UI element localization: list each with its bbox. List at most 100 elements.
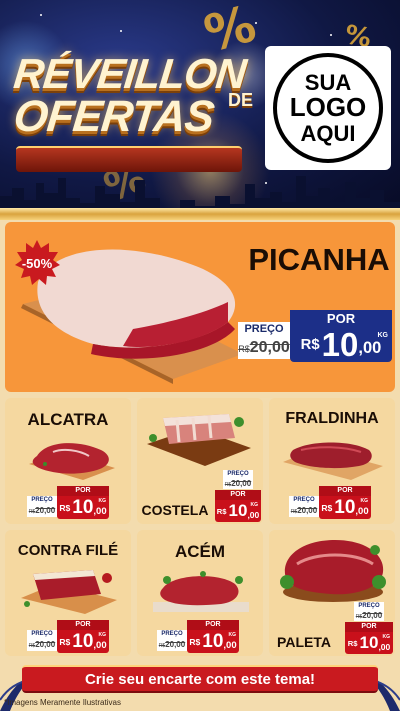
preco-label: PREÇO — [223, 470, 253, 479]
old-price-value: 20,00 — [362, 611, 383, 620]
old-price-value: 20,00 — [35, 506, 56, 515]
old-price: R$20,00 — [223, 479, 253, 489]
title-line-reveillon: RÉVEILLON — [11, 50, 248, 97]
price-tag: PREÇO R$20,00 POR R$ 10 ,00 KG — [215, 470, 261, 522]
acem-image — [153, 571, 249, 612]
current-price: R$ 10 ,00 KG — [215, 500, 261, 522]
current-price: R$ 10 ,00 KG — [319, 496, 371, 519]
price-currency: R$ — [189, 636, 201, 647]
price-cents: ,00 — [93, 639, 107, 651]
price-tag: PREÇO R$20,00 POR R$ 10 ,00 KG — [157, 620, 241, 653]
price-currency: R$ — [321, 502, 333, 513]
title-plate — [16, 146, 242, 172]
price-integer: 10 — [72, 496, 94, 518]
current-price: R$ 10 ,00 KG — [57, 630, 109, 653]
por-label: POR — [57, 620, 109, 630]
price-tag: PREÇO R$20,00 POR R$ 10 ,00 KG — [289, 486, 371, 519]
product-name: FRALDINHA — [285, 410, 379, 427]
contra-file-image — [21, 570, 117, 614]
fraldinha-image — [283, 442, 383, 480]
logo-text-line3: AQUI — [300, 120, 356, 146]
product-card-acem[interactable]: ACÉM PREÇO R$20,00 POR R$ 10 ,00 KG — [137, 530, 263, 656]
price-integer: 10 — [72, 630, 94, 652]
old-price: R$20,00 — [27, 505, 57, 517]
price-unit: KG — [98, 632, 107, 638]
product-card-costela[interactable]: COSTELA PREÇO R$20,00 POR R$ 10 ,00 KG — [137, 398, 263, 524]
price-integer: 10 — [334, 496, 356, 518]
discount-badge: -50% — [14, 240, 60, 286]
price-unit: KG — [360, 498, 369, 504]
costela-image — [147, 414, 251, 466]
product-name: COSTELA — [141, 502, 209, 518]
price-cents: ,00 — [355, 505, 369, 517]
preco-label: PREÇO — [238, 322, 290, 337]
current-price: R$ 10 ,00 KG — [187, 630, 239, 653]
featured-price-tag: PREÇO R$20,00 POR R$ 10 ,00 KG — [238, 310, 392, 363]
por-label: POR — [345, 622, 393, 632]
product-card-paleta[interactable]: PALETA PREÇO R$20,00 POR R$ 10 ,00 KG — [269, 530, 395, 656]
preco-label: PREÇO — [27, 496, 57, 505]
old-price: R$20,00 — [354, 611, 384, 621]
preco-label: PREÇO — [289, 496, 319, 505]
discount-text: -50% — [21, 255, 53, 271]
price-currency: R$ — [59, 502, 71, 513]
preco-label: PREÇO — [354, 602, 384, 611]
price-unit: KG — [228, 632, 237, 638]
disclaimer-text: *Imagens Meramente Ilustrativas — [4, 698, 121, 707]
current-price: R$ 10 ,00 KG — [57, 496, 109, 519]
product-name: PALETA — [277, 634, 331, 650]
logo-circle: SUA LOGO AQUI — [273, 53, 383, 163]
por-label: POR — [319, 486, 371, 496]
por-label: POR — [215, 490, 261, 500]
title-line-ofertas: OFERTAS — [11, 92, 216, 141]
price-tag: PREÇO R$20,00 POR R$ 10 ,00 KG — [27, 486, 109, 519]
gold-divider — [0, 208, 400, 220]
price-integer: 10 — [321, 326, 359, 363]
old-price-value: 20,00 — [297, 506, 318, 515]
price-cents: ,00 — [358, 338, 382, 357]
product-name: ALCATRA — [27, 410, 109, 429]
old-price-value: 20,00 — [165, 640, 186, 649]
old-price-currency: R$ — [238, 344, 250, 354]
price-unit: KG — [250, 502, 259, 508]
product-card-contra-file[interactable]: CONTRA FILÉ PREÇO R$20,00 POR R$ 10 ,00 … — [5, 530, 131, 656]
product-name: CONTRA FILÉ — [17, 542, 119, 559]
logo-placeholder: SUA LOGO AQUI — [265, 46, 391, 170]
price-cents: ,00 — [93, 505, 107, 517]
product-card-alcatra[interactable]: ALCATRA PREÇO R$20,00 POR R$ 10 ,00 KG — [5, 398, 131, 524]
price-unit: KG — [377, 332, 389, 339]
create-flyer-button[interactable]: Crie seu encarte com este tema! — [22, 665, 378, 693]
logo-text-line1: SUA — [304, 70, 352, 96]
price-cents: ,00 — [247, 509, 260, 520]
price-currency: R$ — [347, 638, 358, 648]
preco-label: PREÇO — [27, 630, 57, 639]
current-price: R$ 10 ,00 KG — [290, 326, 392, 363]
por-label: POR — [57, 486, 109, 496]
por-label: POR — [187, 620, 239, 630]
price-integer: 10 — [202, 630, 224, 652]
paleta-image — [280, 540, 386, 602]
price-currency: R$ — [59, 636, 71, 647]
price-currency: R$ — [300, 337, 320, 353]
price-integer: 10 — [228, 501, 248, 520]
featured-product-name: PICANHA — [248, 242, 390, 277]
old-price: R$20,00 — [157, 639, 187, 651]
event-title: RÉVEILLON OFERTAS DE — [10, 50, 260, 172]
product-name: ACÉM — [174, 542, 226, 561]
old-price-value: 20,00 — [249, 339, 290, 356]
old-price: R$20,00 — [238, 337, 290, 359]
price-currency: R$ — [216, 506, 227, 516]
star-decoration — [255, 22, 257, 24]
logo-text-line2: LOGO — [289, 92, 367, 123]
star-decoration — [120, 30, 122, 32]
alcatra-image — [29, 443, 115, 480]
star-decoration — [40, 14, 42, 16]
old-price: R$20,00 — [289, 505, 319, 517]
price-cents: ,00 — [223, 639, 237, 651]
old-price-value: 20,00 — [231, 479, 252, 488]
product-card-fraldinha[interactable]: FRALDINHA PREÇO R$20,00 POR R$ 10 ,00 KG — [269, 398, 395, 524]
price-unit: KG — [98, 498, 107, 504]
featured-product-card[interactable]: -50% PICANHA PREÇO R$20,00 POR R$ 10 ,00… — [5, 222, 395, 392]
header-banner: % % % RÉVEILLON OFERTAS DE SUA LOGO AQUI — [0, 0, 400, 218]
title-de: DE — [228, 90, 254, 110]
